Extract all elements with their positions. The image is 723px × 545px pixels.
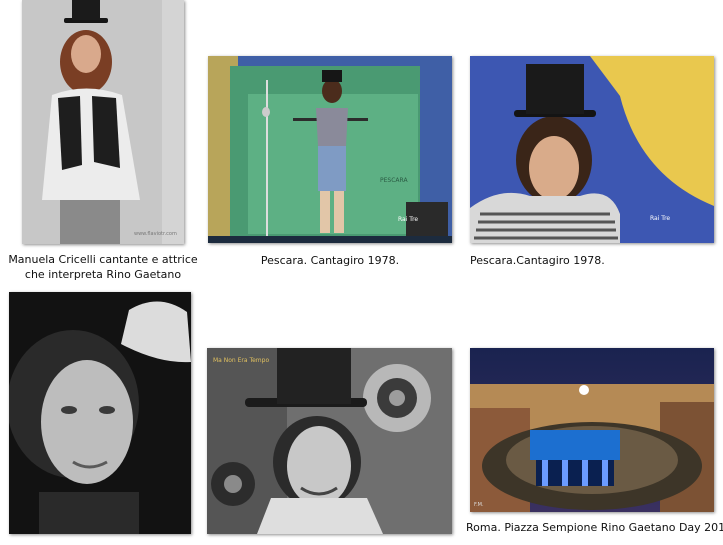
caption-cantagiro-closeup: Pescara.Cantagiro 1978. <box>470 253 605 268</box>
photo-thumbnail-cantagiro-stage[interactable]: PESCARA Rai Tre <box>208 56 452 243</box>
bw-tophat-image: Ma Non Era Tempo <box>207 348 452 534</box>
piazza-watermark: F.M. <box>474 502 484 508</box>
piazza-sempione-image: F.M. <box>470 348 714 512</box>
rai-tre-logo: Rai Tre <box>650 215 670 222</box>
photo-thumbnail-cricelli[interactable]: www.flaviotr.com <box>22 0 184 244</box>
caption-piazza-sempione: Roma. Piazza Sempione Rino Gaetano Day 2… <box>466 520 723 535</box>
photo-thumbnail-bw-portrait[interactable] <box>9 292 191 534</box>
cantagiro-closeup-image: Rai Tre <box>470 56 714 243</box>
caption-line: Manuela Cricelli cantante e attrice <box>8 253 198 266</box>
photo-thumbnail-bw-tophat[interactable]: Ma Non Era Tempo <box>207 348 452 534</box>
caption-line: Pescara.Cantagiro 1978. <box>470 254 605 267</box>
caption-cantagiro-stage: Pescara. Cantagiro 1978. <box>208 253 452 268</box>
bw-portrait-image <box>9 292 191 534</box>
bw-tophat-watermark: Ma Non Era Tempo <box>213 357 269 364</box>
caption-cricelli: Manuela Cricelli cantante e attrice che … <box>0 252 206 282</box>
cantagiro-stage-image: PESCARA Rai Tre <box>208 56 452 243</box>
caption-line: Pescara. Cantagiro 1978. <box>260 254 400 267</box>
photo-thumbnail-cantagiro-closeup[interactable]: Rai Tre <box>470 56 714 243</box>
caption-line: Roma. Piazza Sempione Rino Gaetano Day 2… <box>466 521 723 534</box>
cricelli-watermark: www.flaviotr.com <box>134 231 177 237</box>
cricelli-photo-image: www.flaviotr.com <box>22 0 184 244</box>
pescara-stage-text: PESCARA <box>380 177 408 184</box>
rai-tre-logo: Rai Tre <box>398 216 418 223</box>
caption-line: che interpreta Rino Gaetano <box>24 268 182 281</box>
photo-thumbnail-piazza-sempione[interactable]: F.M. <box>470 348 714 512</box>
